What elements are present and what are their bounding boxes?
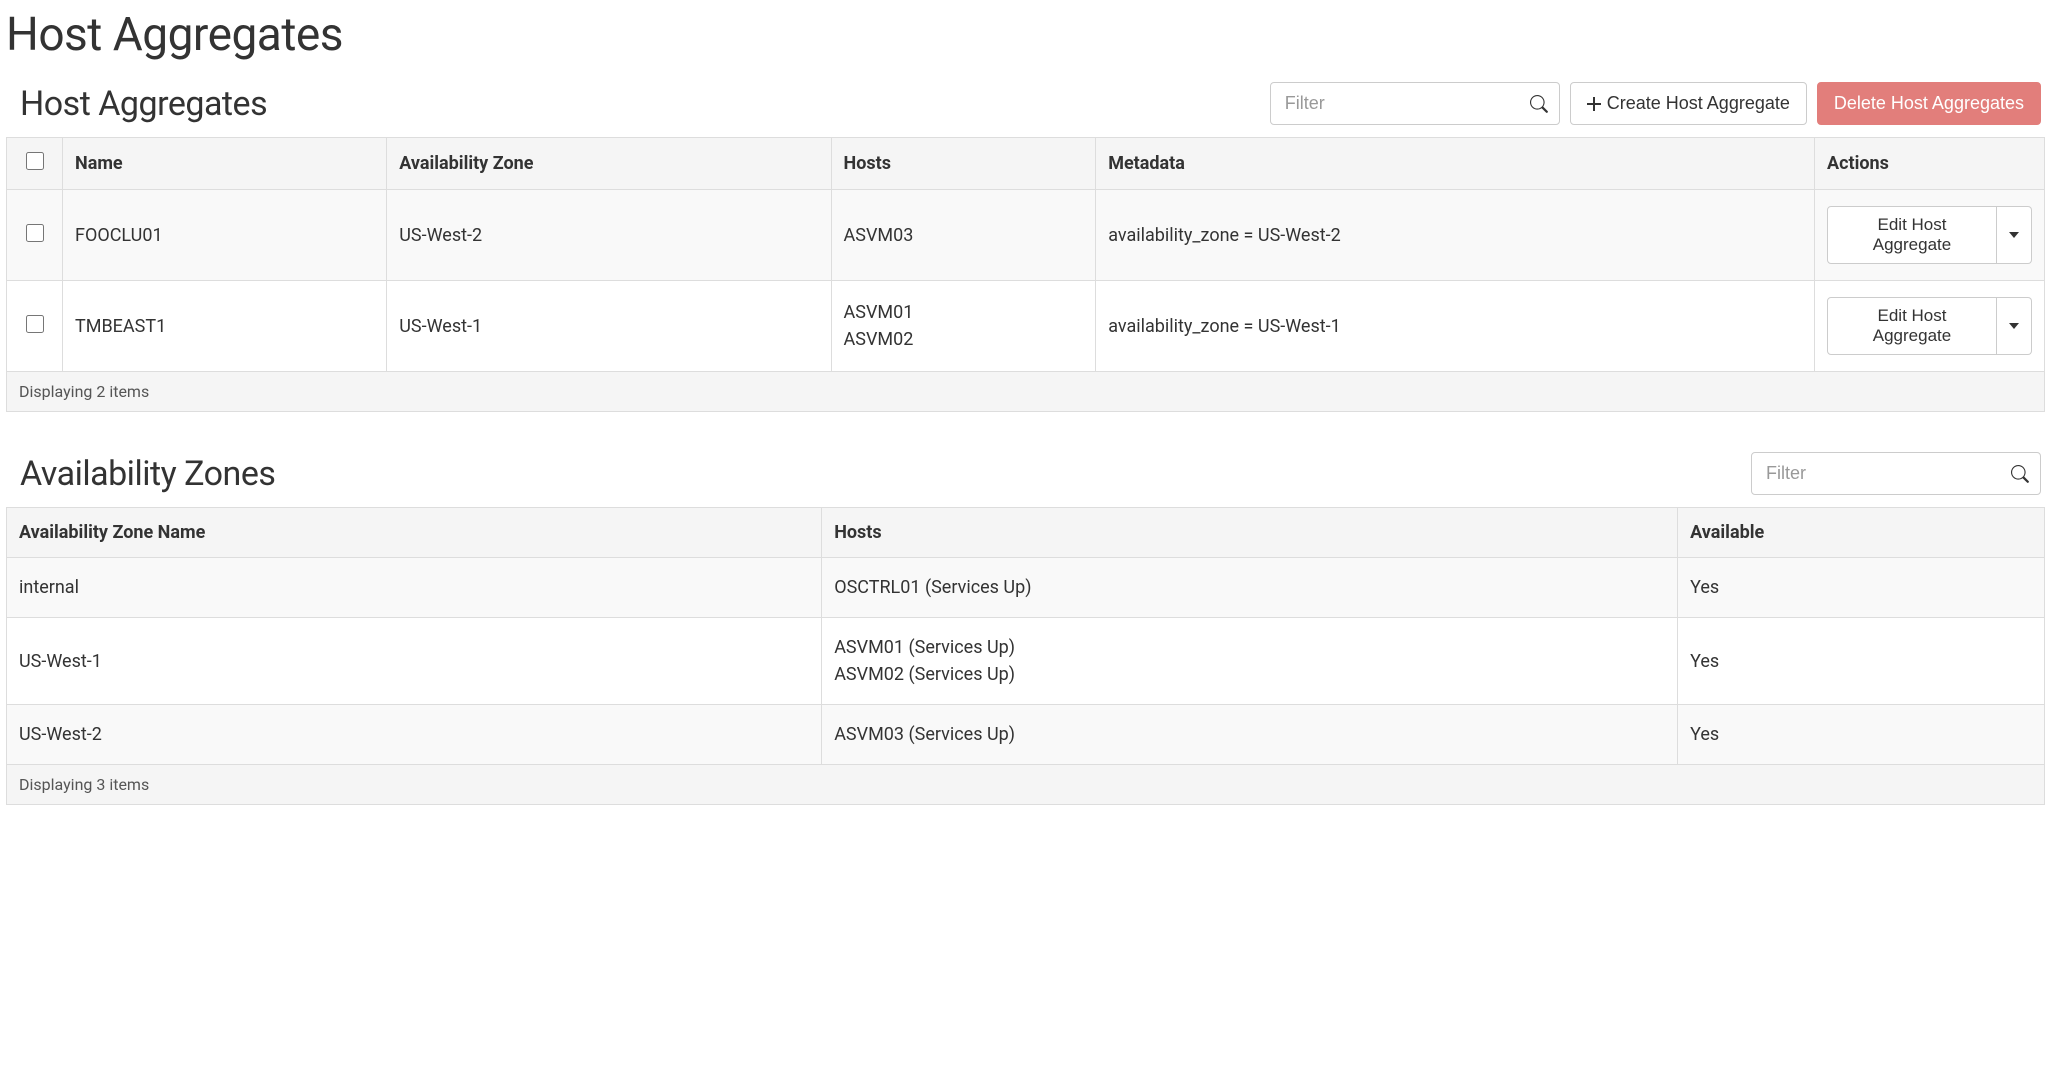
table-row: TMBEAST1 US-West-1 ASVM01ASVM02 availabi… xyxy=(7,281,2045,372)
table-row: internal OSCTRL01 (Services Up) Yes xyxy=(7,558,2045,618)
cell-zone-available: Yes xyxy=(1678,558,2045,618)
zones-col-hosts[interactable]: Hosts xyxy=(822,508,1678,558)
table-row: FOOCLU01 US-West-2 ASVM03 availability_z… xyxy=(7,190,2045,281)
cell-metadata: availability_zone = US-West-2 xyxy=(1096,190,1815,281)
aggregates-filter-input[interactable] xyxy=(1270,82,1560,125)
row-checkbox[interactable] xyxy=(26,315,44,333)
cell-zone-name: US-West-2 xyxy=(7,705,822,765)
cell-zone-available: Yes xyxy=(1678,705,2045,765)
aggregates-actions: Create Host Aggregate Delete Host Aggreg… xyxy=(1270,82,2041,125)
zones-table: Availability Zone Name Hosts Available i… xyxy=(6,507,2045,805)
create-host-aggregate-label: Create Host Aggregate xyxy=(1607,93,1790,114)
edit-button-group: Edit Host Aggregate xyxy=(1827,206,2032,264)
delete-host-aggregates-label: Delete Host Aggregates xyxy=(1834,93,2024,114)
aggregates-col-actions: Actions xyxy=(1815,138,2045,190)
hosts-list: ASVM03 xyxy=(844,222,1084,249)
zones-header: Availability Zones xyxy=(6,452,2045,495)
aggregates-table: Name Availability Zone Hosts Metadata Ac… xyxy=(6,137,2045,412)
hosts-list: ASVM01ASVM02 xyxy=(844,299,1084,353)
cell-hosts: ASVM01ASVM02 xyxy=(831,281,1096,372)
caret-down-icon xyxy=(2009,232,2019,238)
zones-title: Availability Zones xyxy=(10,454,275,494)
hosts-list: ASVM01 (Services Up)ASVM02 (Services Up) xyxy=(834,634,1665,688)
cell-metadata: availability_zone = US-West-1 xyxy=(1096,281,1815,372)
aggregates-col-metadata[interactable]: Metadata xyxy=(1096,138,1815,190)
zones-filter-wrap xyxy=(1751,452,2041,495)
aggregates-select-all-checkbox[interactable] xyxy=(26,152,44,170)
zones-actions xyxy=(1751,452,2041,495)
cell-name: TMBEAST1 xyxy=(63,281,387,372)
aggregates-select-all-header xyxy=(7,138,63,190)
cell-actions: Edit Host Aggregate xyxy=(1815,281,2045,372)
table-row: US-West-1 ASVM01 (Services Up)ASVM02 (Se… xyxy=(7,618,2045,705)
cell-az: US-West-1 xyxy=(387,281,831,372)
aggregates-col-az[interactable]: Availability Zone xyxy=(387,138,831,190)
aggregates-title: Host Aggregates xyxy=(10,84,267,124)
row-checkbox[interactable] xyxy=(26,224,44,242)
hosts-list: OSCTRL01 (Services Up) xyxy=(834,574,1665,601)
delete-host-aggregates-button[interactable]: Delete Host Aggregates xyxy=(1817,82,2041,125)
aggregates-footer: Displaying 2 items xyxy=(7,372,2045,412)
aggregates-col-name[interactable]: Name xyxy=(63,138,387,190)
edit-host-aggregate-button[interactable]: Edit Host Aggregate xyxy=(1827,297,1997,355)
caret-down-icon xyxy=(2009,323,2019,329)
cell-actions: Edit Host Aggregate xyxy=(1815,190,2045,281)
cell-zone-hosts: OSCTRL01 (Services Up) xyxy=(822,558,1678,618)
cell-hosts: ASVM03 xyxy=(831,190,1096,281)
cell-zone-name: US-West-1 xyxy=(7,618,822,705)
edit-dropdown-toggle[interactable] xyxy=(1997,297,2032,355)
plus-icon xyxy=(1587,97,1601,111)
page-title: Host Aggregates xyxy=(6,8,2045,62)
edit-dropdown-toggle[interactable] xyxy=(1997,206,2032,264)
aggregates-col-hosts[interactable]: Hosts xyxy=(831,138,1096,190)
aggregates-filter-wrap xyxy=(1270,82,1560,125)
aggregates-header: Host Aggregates Create Host Aggregate De… xyxy=(6,82,2045,125)
zones-filter-input[interactable] xyxy=(1751,452,2041,495)
edit-button-group: Edit Host Aggregate xyxy=(1827,297,2032,355)
zones-col-name[interactable]: Availability Zone Name xyxy=(7,508,822,558)
edit-host-aggregate-button[interactable]: Edit Host Aggregate xyxy=(1827,206,1997,264)
cell-zone-hosts: ASVM01 (Services Up)ASVM02 (Services Up) xyxy=(822,618,1678,705)
cell-zone-available: Yes xyxy=(1678,618,2045,705)
zones-col-available[interactable]: Available xyxy=(1678,508,2045,558)
create-host-aggregate-button[interactable]: Create Host Aggregate xyxy=(1570,82,1807,125)
table-row: US-West-2 ASVM03 (Services Up) Yes xyxy=(7,705,2045,765)
hosts-list: ASVM03 (Services Up) xyxy=(834,721,1665,748)
zones-footer: Displaying 3 items xyxy=(7,765,2045,805)
cell-name: FOOCLU01 xyxy=(63,190,387,281)
cell-az: US-West-2 xyxy=(387,190,831,281)
cell-zone-hosts: ASVM03 (Services Up) xyxy=(822,705,1678,765)
cell-zone-name: internal xyxy=(7,558,822,618)
